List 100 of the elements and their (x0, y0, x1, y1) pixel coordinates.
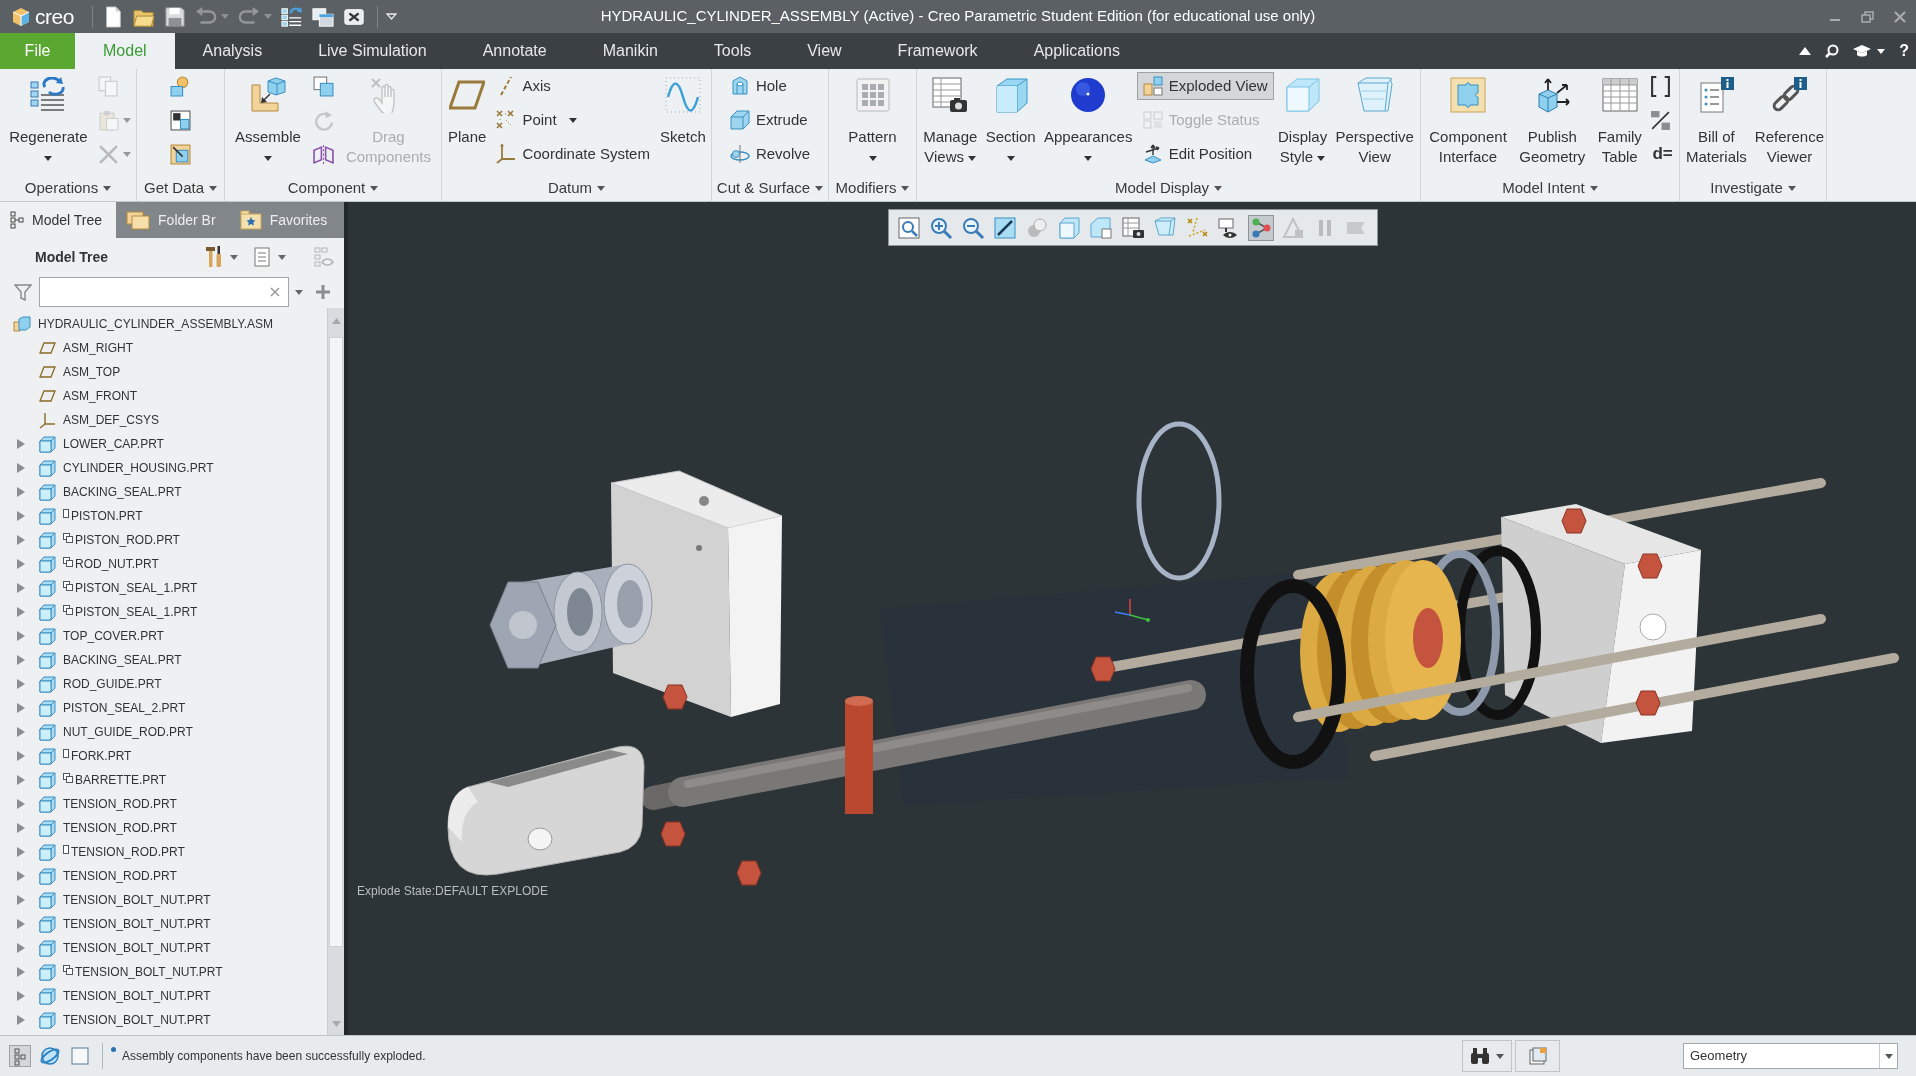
tree-item[interactable]: TOP_COVER.PRT (0, 624, 327, 648)
filter-icon[interactable] (14, 283, 32, 301)
find-button[interactable] (1462, 1040, 1512, 1072)
shapes-icon[interactable] (170, 75, 191, 97)
ribbon-button[interactable]: Coordinate System (490, 140, 656, 168)
expand-arrow-icon[interactable] (17, 655, 25, 665)
tree-item[interactable]: TENSION_BOLT_NUT.PRT (0, 1008, 327, 1032)
tree-item[interactable]: TENSION_BOLT_NUT.PRT (0, 936, 327, 960)
ribbon-button[interactable]: Extrude (723, 106, 817, 134)
ribbon-tab[interactable]: Tools (685, 33, 780, 69)
ribbon-button[interactable]: Revolve (723, 140, 817, 168)
ribbon-button[interactable]: Exploded View (1136, 72, 1274, 100)
cube-page-icon[interactable] (1088, 214, 1114, 241)
scroll-up-icon[interactable] (331, 318, 341, 324)
ribbon-button[interactable]: Display Style (1273, 69, 1332, 175)
expand-arrow-icon[interactable] (17, 463, 25, 473)
tree-item[interactable]: TENSION_ROD.PRT (0, 864, 327, 888)
close-icon[interactable] (1894, 10, 1906, 23)
ribbon-tab[interactable]: Analysis (174, 33, 291, 69)
group-menu-button[interactable]: Cut & Surface (712, 176, 828, 201)
expand-arrow-icon[interactable] (17, 703, 25, 713)
split-box-icon[interactable] (170, 109, 191, 131)
save-icon[interactable] (163, 5, 186, 28)
caret-icon[interactable] (385, 13, 397, 20)
windows-icon[interactable] (311, 5, 334, 28)
tree-item[interactable]: BACKING_SEAL.PRT (0, 648, 327, 672)
expand-arrow-icon[interactable] (17, 799, 25, 809)
tree-item[interactable]: ROD_NUT.PRT (0, 552, 327, 576)
tree-item[interactable]: NUT_GUIDE_ROD.PRT (0, 720, 327, 744)
group-menu-button[interactable]: Model Display (917, 176, 1420, 201)
ribbon-tab[interactable]: Manikin (574, 33, 686, 69)
group-menu-button[interactable]: Datum (442, 176, 711, 201)
zoom-fit-icon[interactable] (896, 214, 922, 241)
search-icon[interactable] (1825, 44, 1840, 58)
expand-arrow-icon[interactable] (17, 943, 25, 953)
ribbon-button[interactable]: Hole (723, 72, 817, 100)
ribbon-tab[interactable]: Framework (869, 33, 1006, 69)
group-menu-button[interactable]: Component (225, 176, 441, 201)
ribbon-tab[interactable]: View (779, 33, 870, 69)
ribbon-button[interactable]: Assemble (231, 69, 305, 175)
caret-icon[interactable] (278, 254, 286, 260)
tree-item[interactable]: CYLINDER_HOUSING.PRT (0, 456, 327, 480)
copy-boxes-icon[interactable] (312, 75, 334, 97)
scrollbar-thumb[interactable] (329, 337, 343, 947)
help-button[interactable]: ? (1899, 39, 1909, 63)
expand-arrow-icon[interactable] (17, 679, 25, 689)
tree-item[interactable]: ASM_RIGHT (0, 336, 327, 360)
tree-item[interactable]: PISTON_SEAL_1.PRT (0, 576, 327, 600)
filter-field[interactable] (39, 277, 289, 307)
group-menu-button[interactable]: Get Data (137, 176, 224, 201)
tree-item[interactable]: PISTON_SEAL_1.PRT (0, 600, 327, 624)
expand-arrow-icon[interactable] (17, 751, 25, 761)
chevron-up-icon[interactable] (1799, 47, 1812, 55)
caret-icon[interactable] (230, 254, 238, 260)
tree-item[interactable]: ROD_GUIDE.PRT (0, 672, 327, 696)
scroll-down-icon[interactable] (331, 1021, 341, 1027)
tree-item[interactable]: TENSION_ROD.PRT (0, 840, 327, 864)
expand-arrow-icon[interactable] (17, 775, 25, 785)
tree-item[interactable]: PISTON_SEAL_2.PRT (0, 696, 327, 720)
ribbon-button[interactable]: Publish Geometry (1515, 69, 1590, 175)
glyph-button[interactable]: d= (1650, 140, 1675, 168)
brackets-icon[interactable] (1650, 75, 1672, 97)
expand-arrow-icon[interactable] (17, 631, 25, 641)
tree-item[interactable]: HYDRAULIC_CYLINDER_ASSEMBLY.ASM (0, 312, 327, 336)
tree-item[interactable]: ASM_FRONT (0, 384, 327, 408)
tree-item[interactable]: LOWER_CAP.PRT (0, 432, 327, 456)
ribbon-button[interactable]: Reference Viewer (1750, 69, 1829, 175)
model-tree-icon[interactable] (9, 1045, 31, 1067)
ribbon-button[interactable]: Perspective View (1331, 69, 1418, 175)
ribbon-tab[interactable]: Live Simulation (290, 33, 455, 69)
tree-item[interactable]: ASM_TOP (0, 360, 327, 384)
ribbon-button[interactable]: Appearances (1040, 69, 1137, 175)
ribbon-button[interactable]: Edit Position (1136, 140, 1274, 168)
tree-item[interactable]: FORK.PRT (0, 744, 327, 768)
ribbon-button[interactable]: Family Table (1593, 69, 1646, 175)
globe-icon[interactable] (39, 1045, 61, 1067)
tree-item[interactable]: ASM_DEF_CSYS (0, 408, 327, 432)
selection-filter-dropdown[interactable]: Geometry (1683, 1043, 1898, 1069)
ribbon-button[interactable]: Regenerate (5, 69, 92, 175)
expand-arrow-icon[interactable] (17, 607, 25, 617)
caret-icon[interactable] (1877, 48, 1886, 54)
ribbon-button[interactable]: Manage Views (919, 69, 982, 175)
scrollbar[interactable] (327, 308, 344, 1035)
repaint-icon[interactable] (992, 214, 1018, 241)
expand-arrow-icon[interactable] (17, 967, 25, 977)
group-menu-button[interactable]: Operations (0, 176, 136, 201)
ribbon-button[interactable]: Bill of Materials (1682, 69, 1751, 175)
expand-arrow-icon[interactable] (17, 991, 25, 1001)
list-doc-icon[interactable] (254, 247, 270, 267)
group-menu-button[interactable]: Model Intent (1421, 176, 1679, 201)
ribbon-button[interactable]: Axis (490, 72, 656, 100)
ribbon-tab[interactable]: Annotate (454, 33, 575, 69)
tree-item[interactable]: TENSION_BOLT_NUT.PRT (0, 960, 327, 984)
ribbon-button[interactable]: Sketch (655, 69, 710, 175)
tree-item[interactable]: PISTON.PRT (0, 504, 327, 528)
expand-arrow-icon[interactable] (17, 439, 25, 449)
ribbon-button[interactable]: Plane (444, 69, 491, 175)
group-menu-button[interactable]: Modifiers (829, 176, 916, 201)
ribbon-button[interactable]: Point (490, 106, 656, 134)
expand-arrow-icon[interactable] (17, 583, 25, 593)
